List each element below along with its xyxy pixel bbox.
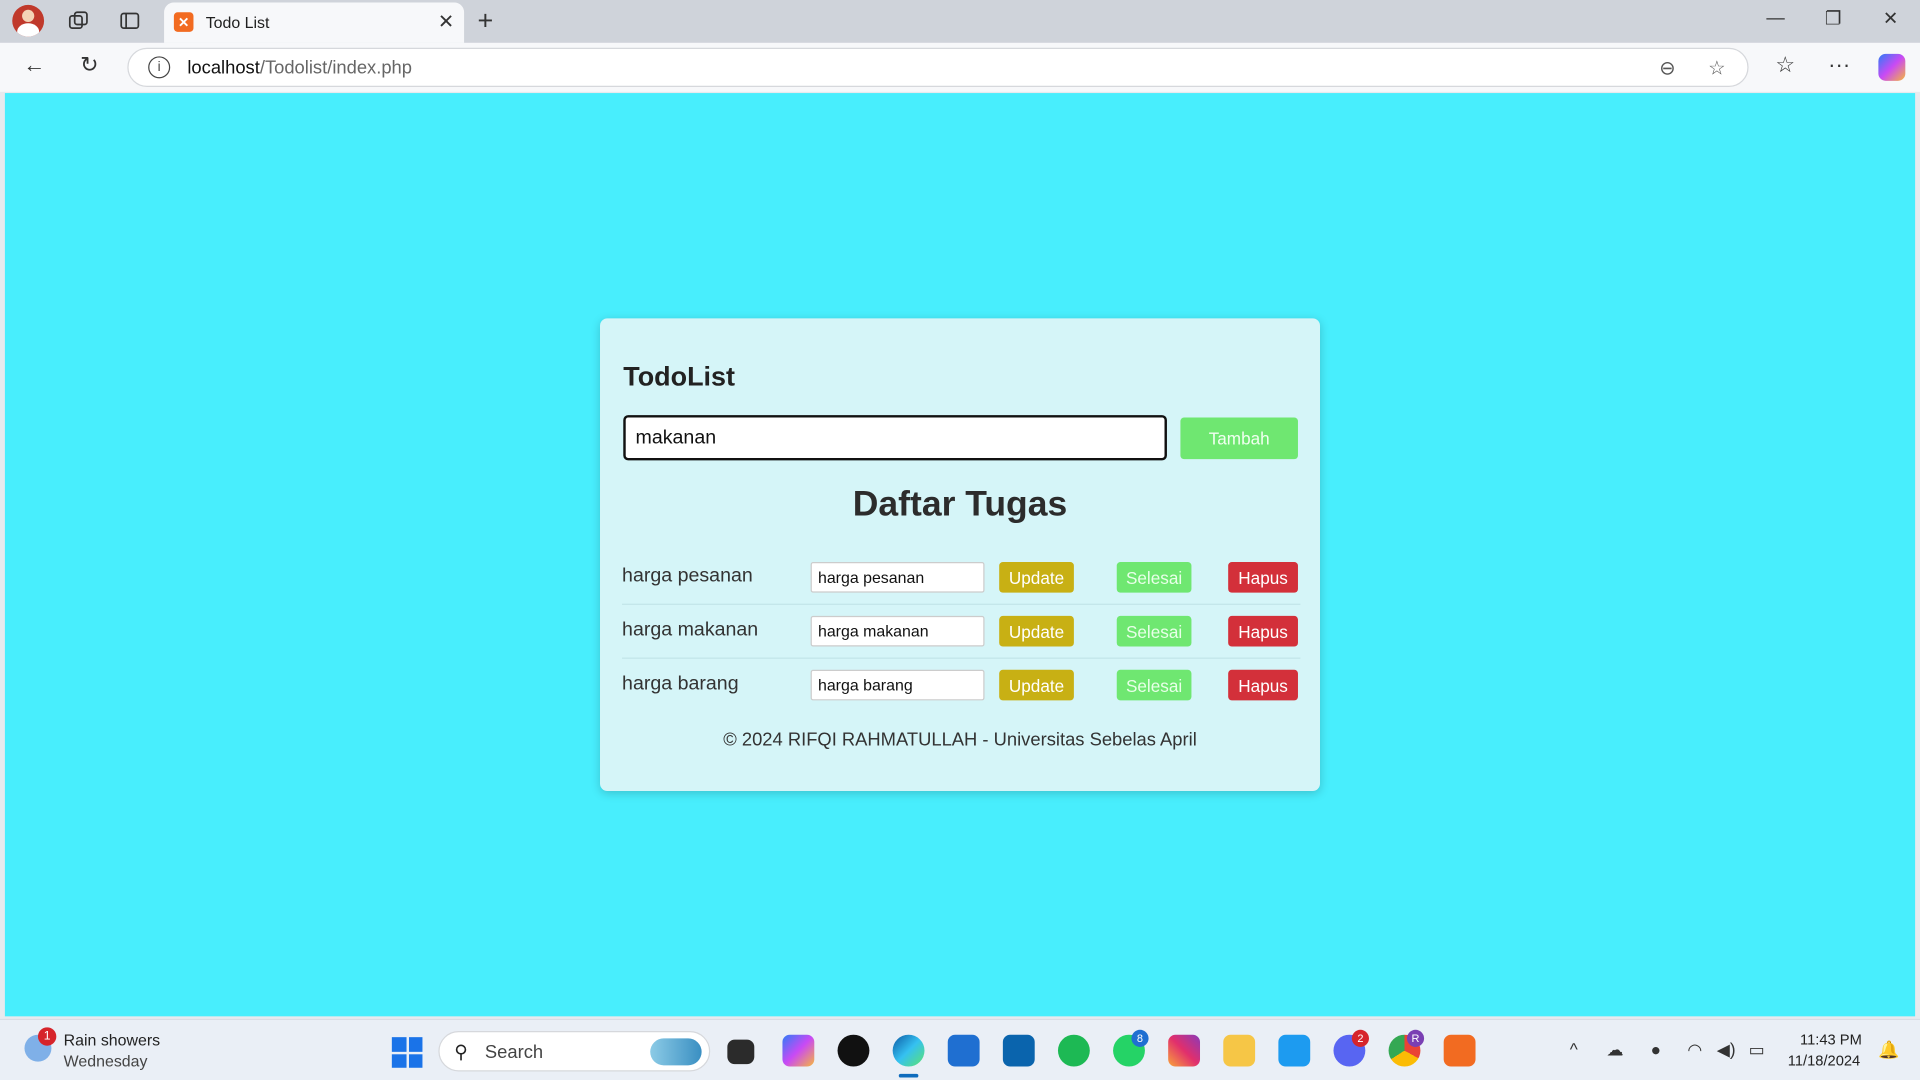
wifi-icon[interactable]: ◠	[1687, 1040, 1702, 1061]
onedrive-icon[interactable]: ☁	[1607, 1040, 1624, 1061]
show-hidden-icons-icon[interactable]: ^	[1570, 1040, 1578, 1060]
url-text: localhost/Todolist/index.php	[187, 57, 412, 79]
notifications-bell-icon[interactable]: 🔔	[1878, 1040, 1899, 1061]
start-button-icon[interactable]	[391, 1037, 423, 1068]
todo-card: TodoList Tambah Daftar Tugas harga pesan…	[600, 318, 1321, 792]
done-button[interactable]: Selesai	[1116, 615, 1192, 647]
task-text: harga makanan	[622, 619, 759, 641]
minimize-icon[interactable]: —	[1763, 7, 1787, 28]
copilot-app-icon[interactable]	[782, 1034, 815, 1067]
edge-icon[interactable]	[892, 1034, 925, 1067]
close-window-icon[interactable]: ✕	[1878, 7, 1902, 30]
search-label: Search	[484, 1042, 544, 1063]
chrome-profile-badge: R	[1406, 1029, 1425, 1047]
instagram-icon[interactable]	[1168, 1034, 1201, 1067]
close-tab-icon[interactable]: ✕	[438, 10, 454, 34]
copilot-icon[interactable]	[1878, 53, 1906, 81]
tab-todo-list[interactable]: ✕ Todo List ✕	[164, 2, 465, 43]
new-tab-icon[interactable]: +	[478, 5, 494, 37]
app-title: TodoList	[623, 361, 735, 392]
task-edit-input[interactable]	[810, 562, 985, 593]
back-arrow-icon[interactable]: ←	[20, 53, 49, 79]
footer-text: © 2024 RIFQI RAHMATULLAH - Universitas S…	[723, 729, 1197, 751]
battery-icon[interactable]: ▭	[1749, 1040, 1765, 1061]
weather-badge: 1	[37, 1027, 57, 1046]
workspaces-icon[interactable]	[64, 7, 93, 34]
spotify-icon[interactable]	[1057, 1034, 1090, 1067]
add-task-button[interactable]: Tambah	[1180, 417, 1298, 460]
file-explorer-icon[interactable]	[1223, 1034, 1256, 1067]
store-icon[interactable]	[947, 1034, 980, 1067]
done-button[interactable]: Selesai	[1116, 562, 1192, 593]
task-row: harga makanan Update Selesai Hapus	[622, 605, 1301, 659]
xampp-favicon-icon: ✕	[173, 12, 194, 32]
task-row: harga barang Update Selesai Hapus	[622, 659, 1300, 713]
task-text: harga pesanan	[622, 565, 753, 587]
done-button[interactable]: Selesai	[1116, 669, 1192, 701]
taskbar: 1 Rain showers Wednesday ⚲ Search 8 2 R …	[0, 1018, 1920, 1080]
profile-avatar[interactable]	[12, 4, 45, 37]
twitter-icon[interactable]	[1278, 1034, 1311, 1067]
task-edit-input[interactable]	[810, 669, 985, 701]
page-background: TodoList Tambah Daftar Tugas harga pesan…	[4, 93, 1916, 1017]
weather-day[interactable]: Wednesday	[64, 1052, 148, 1070]
task-list: harga pesanan Update Selesai Hapus harga…	[622, 551, 1301, 713]
tiktok-icon[interactable]	[837, 1034, 870, 1067]
taskbar-search[interactable]: ⚲ Search	[438, 1031, 711, 1072]
task-view-icon[interactable]	[727, 1039, 755, 1065]
zoom-out-icon[interactable]: ⊖	[1659, 56, 1675, 80]
search-highlight-icon	[650, 1038, 702, 1066]
search-icon: ⚲	[454, 1042, 468, 1063]
delete-button[interactable]: Hapus	[1228, 562, 1298, 593]
site-info-icon[interactable]: i	[148, 56, 171, 79]
task-text: harga barang	[622, 673, 739, 695]
update-button[interactable]: Update	[999, 562, 1074, 593]
favorites-icon[interactable]: ☆	[1771, 53, 1800, 79]
volume-icon[interactable]: ◀)	[1717, 1040, 1736, 1061]
more-options-icon[interactable]: ···	[1825, 53, 1854, 79]
task-edit-input[interactable]	[810, 615, 985, 647]
discord-badge: 2	[1351, 1029, 1369, 1047]
tab-title: Todo List	[205, 13, 270, 32]
microphone-icon[interactable]: ●	[1651, 1040, 1661, 1060]
task-list-title: Daftar Tugas	[852, 484, 1068, 525]
clock-time[interactable]: 11:43 PM	[1800, 1031, 1862, 1048]
update-button[interactable]: Update	[999, 615, 1074, 647]
browser-tab-strip: ✕ Todo List ✕ + — ❐ ✕	[0, 0, 1920, 43]
task-row: harga pesanan Update Selesai Hapus	[622, 551, 1301, 605]
delete-button[interactable]: Hapus	[1228, 669, 1298, 701]
edge-active-indicator	[898, 1073, 919, 1078]
address-bar[interactable]: i localhost/Todolist/index.php ⊖ ☆	[127, 47, 1749, 87]
vertical-tabs-icon[interactable]	[115, 7, 144, 34]
whatsapp-badge: 8	[1131, 1029, 1149, 1047]
browser-toolbar: ← ↻ i localhost/Todolist/index.php ⊖ ☆ ☆…	[0, 42, 1920, 92]
clock-date[interactable]: 11/18/2024	[1788, 1052, 1860, 1069]
reload-icon[interactable]: ↻	[75, 53, 104, 79]
favorite-star-icon[interactable]: ☆	[1708, 56, 1726, 80]
outlook-icon[interactable]	[1002, 1034, 1035, 1067]
task-input[interactable]	[623, 415, 1167, 461]
update-button[interactable]: Update	[999, 669, 1074, 701]
weather-condition[interactable]: Rain showers	[64, 1031, 160, 1049]
delete-button[interactable]: Hapus	[1228, 615, 1298, 647]
xampp-icon[interactable]	[1443, 1034, 1476, 1067]
restore-icon[interactable]: ❐	[1821, 7, 1845, 30]
